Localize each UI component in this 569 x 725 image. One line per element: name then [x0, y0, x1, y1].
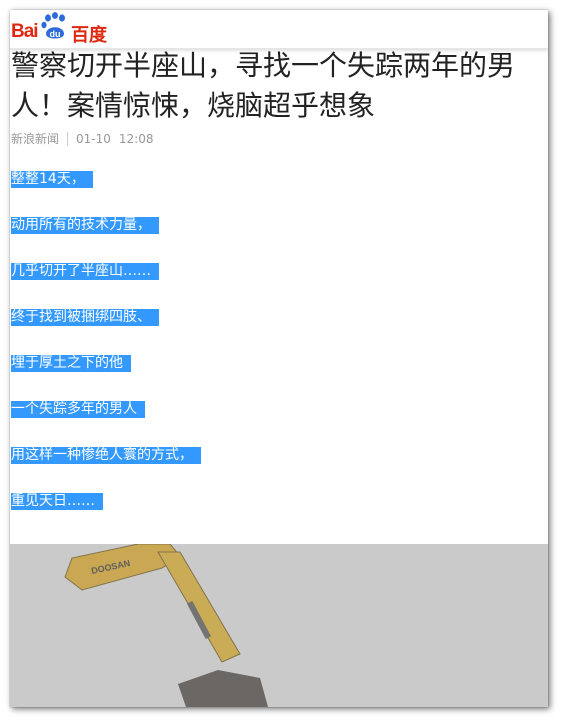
- article-line-6: 一个失踪多年的男人: [11, 401, 145, 418]
- article-photo: DOOSAN: [10, 543, 548, 707]
- article-line-7: 用这样一种惨绝人寰的方式，: [11, 447, 201, 464]
- article-line-2: 动用所有的技术力量，: [11, 217, 159, 234]
- baidu-paw-icon: du: [41, 12, 65, 39]
- baidu-logo[interactable]: Bai du 百度: [11, 12, 111, 46]
- logo-latin-text: Bai: [11, 21, 39, 42]
- article-meta: 新浪新闻 01-10 12:08: [11, 130, 153, 147]
- excavator-illustration: DOOSAN: [10, 543, 548, 707]
- article-source[interactable]: 新浪新闻: [11, 132, 69, 146]
- article-date: 01-10: [76, 132, 111, 146]
- article-line-8: 重见天日……: [11, 493, 103, 510]
- logo-paw-text: du: [50, 29, 61, 39]
- site-header: Bai du 百度: [10, 10, 548, 49]
- logo-cn-text: 百度: [71, 25, 107, 46]
- article-line-1: 整整14天，: [11, 171, 93, 188]
- article-title: 警察切开半座山，寻找一个失踪两年的男人！案情惊悚，烧脑超乎想象: [11, 49, 516, 122]
- article-time: 12:08: [118, 132, 154, 146]
- article-line-3: 几乎切开了半座山……: [11, 263, 159, 280]
- article-line-4: 终于找到被捆绑四肢、: [11, 309, 159, 326]
- article-line-5: 埋于厚土之下的他: [11, 355, 131, 372]
- browser-page: Bai du 百度 警察切开半座山，寻找一个失踪两年的男人！案情惊悚，烧脑超乎想…: [10, 10, 548, 707]
